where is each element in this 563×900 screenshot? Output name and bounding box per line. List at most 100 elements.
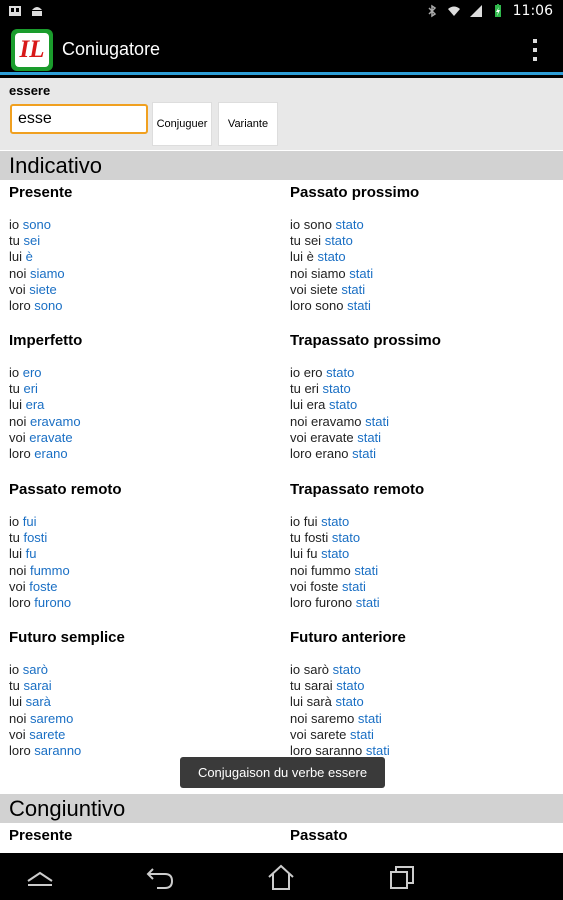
- pronoun-text: loro erano: [290, 446, 353, 461]
- verb-form-link[interactable]: stato: [329, 397, 357, 412]
- pronoun-text: noi eravamo: [290, 413, 366, 429]
- verb-form-link[interactable]: fummo: [30, 563, 70, 578]
- wifi-icon: [447, 6, 460, 16]
- verb-form-link[interactable]: stato: [336, 678, 364, 693]
- conjugation-row: tu sarai: [9, 678, 52, 693]
- verb-form-link[interactable]: foste: [29, 579, 57, 594]
- verb-form-link[interactable]: saremo: [30, 711, 73, 726]
- conjugation-row: noi saremo stati: [290, 711, 382, 726]
- conjugation-row: noi siamo: [9, 266, 65, 281]
- verb-form-link[interactable]: stato: [333, 662, 361, 677]
- recents-icon[interactable]: [387, 863, 417, 891]
- conjugation-row: loro erano stati: [290, 446, 376, 461]
- conjugation-row: loro sono stati: [290, 298, 371, 313]
- verb-form-link[interactable]: sarai: [23, 678, 51, 693]
- verb-form-link[interactable]: stati: [341, 282, 365, 297]
- pronoun-text: voi: [9, 281, 30, 297]
- verb-form-link[interactable]: sono: [34, 298, 62, 313]
- verb-form-link[interactable]: stato: [325, 233, 353, 248]
- verb-form-link[interactable]: fui: [23, 514, 37, 529]
- tense-title-trapassato-prossimo: Trapassato prossimo: [290, 332, 441, 349]
- variante-button[interactable]: Variante: [218, 102, 278, 146]
- pronoun-text: io ero: [290, 365, 327, 380]
- conjugation-row: lui è: [9, 249, 33, 264]
- pronoun-text: io: [9, 217, 23, 232]
- verb-form-link[interactable]: stati: [358, 711, 382, 726]
- verb-form-link[interactable]: stati: [365, 414, 389, 429]
- verb-form-link[interactable]: sarete: [29, 727, 65, 742]
- pronoun-text: io: [9, 365, 23, 380]
- verb-form-link[interactable]: stato: [317, 249, 345, 264]
- verb-form-link[interactable]: ero: [23, 365, 42, 380]
- verb-form-link[interactable]: sarò: [23, 662, 48, 677]
- main-content: essere esse Conjuguer Variante Indicativ…: [0, 78, 563, 853]
- conjugation-row: noi eravamo stati: [290, 414, 389, 429]
- pronoun-text: io sarò: [290, 662, 333, 677]
- verb-form-link[interactable]: stato: [326, 365, 354, 380]
- tense-title-futuro-anteriore: Futuro anteriore: [290, 629, 406, 646]
- verb-form-link[interactable]: fu: [26, 546, 37, 561]
- pronoun-text: voi: [9, 578, 30, 594]
- verb-form-link[interactable]: stati: [347, 298, 371, 313]
- pronoun-text: noi: [9, 710, 30, 726]
- verb-form-link[interactable]: furono: [34, 595, 71, 610]
- verb-form-link[interactable]: stati: [349, 266, 373, 281]
- verb-form-link[interactable]: sono: [23, 217, 51, 232]
- conjuguer-button[interactable]: Conjuguer: [152, 102, 212, 146]
- app-icon[interactable]: IL: [11, 29, 53, 71]
- android-notification-icon: [32, 7, 42, 16]
- pronoun-text: lui sarà: [290, 694, 336, 710]
- verb-form-link[interactable]: stato: [336, 694, 364, 709]
- verb-form-link[interactable]: erano: [34, 446, 67, 461]
- verb-form-link[interactable]: stati: [352, 446, 376, 461]
- chevron-up-icon[interactable]: [25, 863, 55, 891]
- conjugation-row: io ero stato: [290, 365, 354, 380]
- verb-form-link[interactable]: stati: [357, 430, 381, 445]
- verb-form-link[interactable]: sei: [23, 233, 40, 248]
- conjugation-row: io sono stato: [290, 217, 364, 232]
- conjugation-row: lui era: [9, 397, 44, 412]
- conjugation-row: io fui stato: [290, 514, 349, 529]
- pronoun-text: tu eri: [290, 381, 323, 397]
- verb-form-link[interactable]: è: [26, 249, 33, 264]
- tense-title-passato-prossimo: Passato prossimo: [290, 184, 420, 201]
- verb-form-link[interactable]: sarà: [26, 694, 51, 709]
- verb-form-link[interactable]: stati: [356, 595, 380, 610]
- conjugation-row: tu eri stato: [290, 381, 351, 396]
- conjugation-row: voi eravate stati: [290, 430, 381, 445]
- status-bar: 11:06: [0, 0, 563, 25]
- verb-form-link[interactable]: eravamo: [30, 414, 81, 429]
- pronoun-text: lui: [9, 397, 26, 413]
- conjugation-row: io sono: [9, 217, 51, 232]
- verb-form-link[interactable]: stati: [342, 579, 366, 594]
- verb-form-link[interactable]: stato: [323, 381, 351, 396]
- verb-form-link[interactable]: stato: [321, 514, 349, 529]
- photo-notification-icon: [9, 6, 21, 16]
- verb-form-link[interactable]: stati: [350, 727, 374, 742]
- bluetooth-icon: [428, 4, 436, 18]
- action-bar: IL Coniugatore: [0, 25, 563, 75]
- verb-form-link[interactable]: saranno: [34, 743, 81, 758]
- conjugation-row: voi siete: [9, 282, 57, 297]
- verb-form-link[interactable]: stato: [321, 546, 349, 561]
- pronoun-text: lui fu: [290, 546, 322, 562]
- verb-input[interactable]: esse: [10, 104, 148, 134]
- verb-form-link[interactable]: stati: [366, 743, 390, 758]
- verb-form-link[interactable]: siamo: [30, 266, 65, 281]
- overflow-menu-icon[interactable]: [531, 39, 539, 61]
- verb-form-link[interactable]: stato: [336, 217, 364, 232]
- conjugation-row: loro furono: [9, 595, 71, 610]
- conjugation-row: voi foste: [9, 579, 57, 594]
- conjugation-row: tu sarai stato: [290, 678, 364, 693]
- verb-form-link[interactable]: siete: [29, 282, 56, 297]
- home-icon[interactable]: [266, 863, 296, 891]
- pronoun-text: noi saremo: [290, 710, 358, 726]
- verb-form-link[interactable]: eri: [23, 381, 37, 396]
- verb-form-link[interactable]: era: [26, 397, 45, 412]
- back-icon[interactable]: [145, 863, 175, 891]
- conjugation-row: loro erano: [9, 446, 68, 461]
- verb-form-link[interactable]: fosti: [23, 530, 47, 545]
- verb-form-link[interactable]: eravate: [29, 430, 72, 445]
- verb-form-link[interactable]: stato: [332, 530, 360, 545]
- verb-form-link[interactable]: stati: [354, 563, 378, 578]
